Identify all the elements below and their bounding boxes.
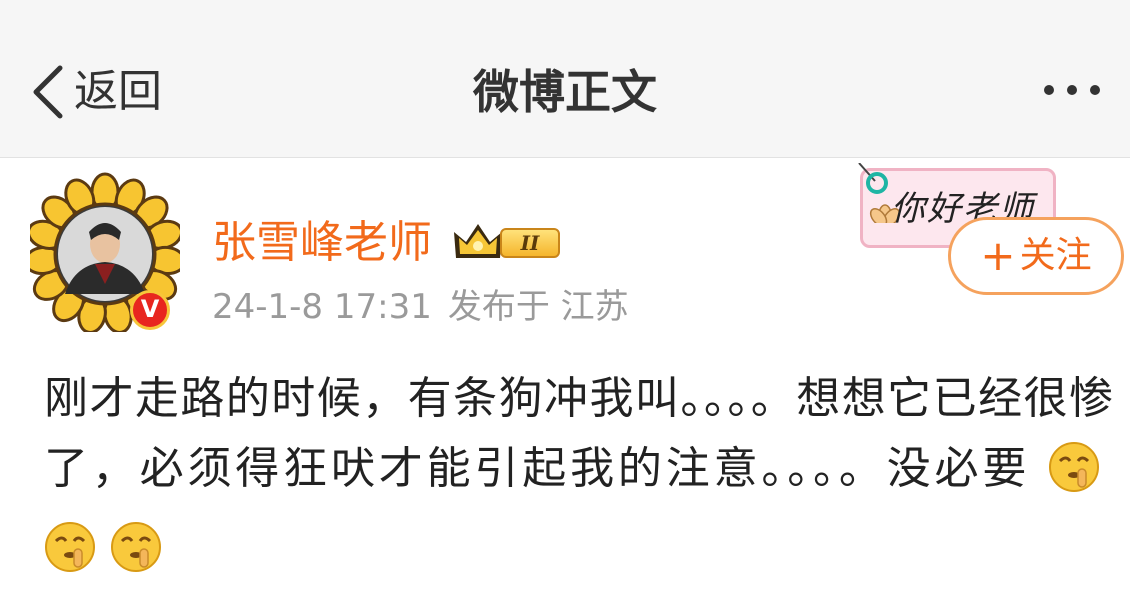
post-content: 刚才走路的时候，有条狗冲我叫。。。。想想它已经很惨了，必须得狂吠才能引起我的注意… xyxy=(44,364,1114,594)
more-dots-icon xyxy=(1044,85,1054,95)
shush-face-emoji-icon xyxy=(1048,441,1100,514)
author-name[interactable]: 张雪峰老师 xyxy=(212,213,432,273)
follow-button[interactable]: + 关注 xyxy=(948,217,1124,295)
post-time: 24-1-8 17:31 xyxy=(212,287,432,327)
post-text: 刚才走路的时候，有条狗冲我叫。。。。想想它已经很惨了，必须得狂吠才能引起我的注意… xyxy=(44,373,1114,494)
shush-face-emoji-icon xyxy=(110,521,162,594)
top-navigation-bar: 返回 微博正文 xyxy=(0,0,1130,158)
post-meta: 24-1-8 17:31 发布于 江苏 xyxy=(212,285,629,329)
shush-face-emoji-icon xyxy=(44,521,96,594)
page-title: 微博正文 xyxy=(473,65,657,119)
post-location: 发布于 江苏 xyxy=(447,287,629,327)
follow-label: 关注 xyxy=(1019,235,1092,276)
crown-icon xyxy=(454,224,502,258)
level-badge: II xyxy=(500,228,560,258)
more-options-button[interactable] xyxy=(1044,85,1100,95)
plus-icon: + xyxy=(980,231,1016,280)
verified-badge: V xyxy=(130,290,170,330)
